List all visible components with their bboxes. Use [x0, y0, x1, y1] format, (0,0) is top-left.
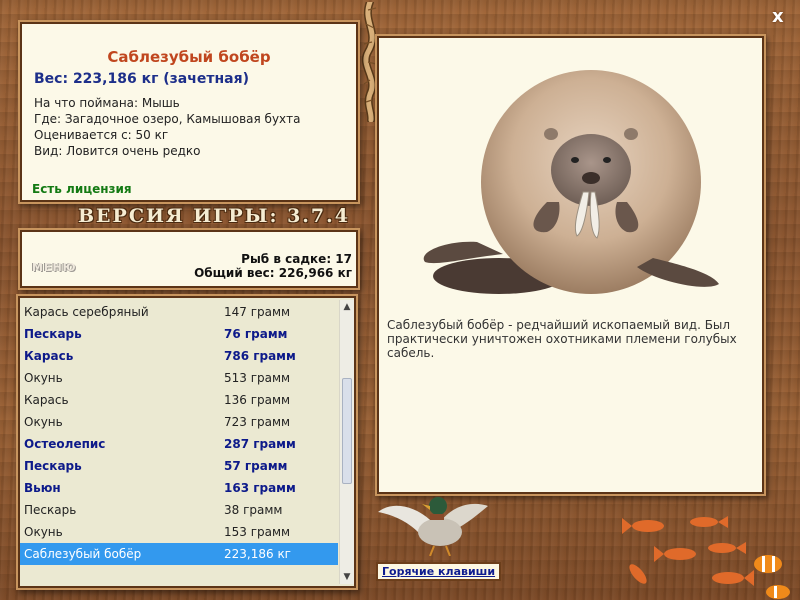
list-item-name: Остеолепис — [24, 437, 106, 451]
license-status: Есть лицензия — [32, 182, 132, 196]
list-scrollbar[interactable]: ▲ ▼ — [339, 300, 354, 584]
fish-description: Саблезубый бобёр - редчайший ископаемый … — [387, 318, 737, 360]
list-item-weight: 153 грамм — [224, 525, 291, 539]
catch-list[interactable]: Карась серебряный 147 грамм Пескарь 76 грам… — [20, 301, 338, 565]
list-item-weight: 723 грамм — [224, 415, 291, 429]
list-item[interactable]: Вьюн 163 грамм — [20, 477, 338, 499]
fish-bait: На что поймана: Мышь — [34, 96, 180, 110]
list-item[interactable]: Пескарь 76 грамм — [20, 323, 338, 345]
hotkeys-button[interactable]: Горячие клавиши — [376, 562, 502, 581]
list-item-name: Окунь — [24, 371, 63, 385]
list-item[interactable]: Пескарь 57 грамм — [20, 455, 338, 477]
list-item[interactable]: Остеолепис 287 грамм — [20, 433, 338, 455]
list-item-weight: 786 грамм — [224, 349, 296, 363]
fish-count: Рыб в садке: 17 — [241, 252, 352, 266]
close-button[interactable]: x — [772, 6, 784, 27]
list-item-name: Окунь — [24, 525, 63, 539]
list-item-name: Пескарь — [24, 503, 77, 517]
menu-button[interactable]: МЕНЮ — [32, 261, 77, 274]
list-item-weight: 38 грамм — [224, 503, 283, 517]
list-item[interactable]: Карась серебряный 147 грамм — [20, 301, 338, 323]
list-item-weight: 223,186 кг — [224, 547, 291, 561]
list-item-name: Окунь — [24, 415, 63, 429]
list-item-name: Пескарь — [24, 327, 82, 341]
list-item-name: Карась — [24, 349, 74, 363]
list-item-weight: 76 грамм — [224, 327, 288, 341]
scrollbar-thumb[interactable] — [342, 378, 352, 484]
duck-icon — [378, 497, 488, 556]
close-icon[interactable]: x — [772, 6, 784, 27]
list-item-name: Вьюн — [24, 481, 61, 495]
list-item-name: Карась — [24, 393, 69, 407]
fish-price: Оценивается с: 50 кг — [34, 128, 169, 142]
fish-title: Саблезубый бобёр — [107, 48, 271, 66]
photo-panel: Саблезубый бобёр - редчайший ископаемый … — [379, 38, 762, 492]
list-item-weight: 147 грамм — [224, 305, 291, 319]
total-weight: Общий вес: 226,966 кг — [194, 266, 352, 280]
stats-panel: МЕНЮ Рыб в садке: 17 Общий вес: 226,966 … — [22, 232, 356, 286]
fish-location: Где: Загадочное озеро, Камышовая бухта — [34, 112, 301, 126]
catch-list-panel: Карась серебряный 147 грамм Пескарь 76 грам… — [20, 298, 354, 586]
list-item[interactable]: Карась 786 грамм — [20, 345, 338, 367]
list-item[interactable]: Окунь 513 грамм — [20, 367, 338, 389]
arrow-up-icon[interactable]: ▲ — [340, 300, 354, 314]
list-item-name: Пескарь — [24, 459, 82, 473]
list-item-weight: 513 грамм — [224, 371, 291, 385]
game-version: ВЕРСИЯ ИГРЫ: 3.7.4 — [78, 205, 350, 227]
list-item[interactable]: Окунь 723 грамм — [20, 411, 338, 433]
arrow-down-icon[interactable]: ▼ — [340, 570, 354, 584]
list-item-name: Карась серебряный — [24, 305, 149, 319]
fish-rarity: Вид: Ловится очень редко — [34, 144, 201, 158]
fish-weight: Вес: 223,186 кг (зачетная) — [34, 71, 249, 87]
list-item[interactable]: Пескарь 38 грамм — [20, 499, 338, 521]
list-item[interactable]: Саблезубый бобёр 223,186 кг — [20, 543, 338, 565]
list-item-weight: 287 грамм — [224, 437, 296, 451]
list-item[interactable]: Карась 136 грамм — [20, 389, 338, 411]
beaver-photo — [423, 70, 719, 294]
list-item-weight: 57 грамм — [224, 459, 288, 473]
fish-info-panel: Саблезубый бобёр Вес: 223,186 кг (зачетн… — [22, 24, 356, 200]
list-item-weight: 136 грамм — [224, 393, 291, 407]
list-item-weight: 163 грамм — [224, 481, 296, 495]
list-item-name: Саблезубый бобёр — [24, 547, 142, 561]
list-item[interactable]: Окунь 153 грамм — [20, 521, 338, 543]
fish-icon — [622, 516, 790, 599]
